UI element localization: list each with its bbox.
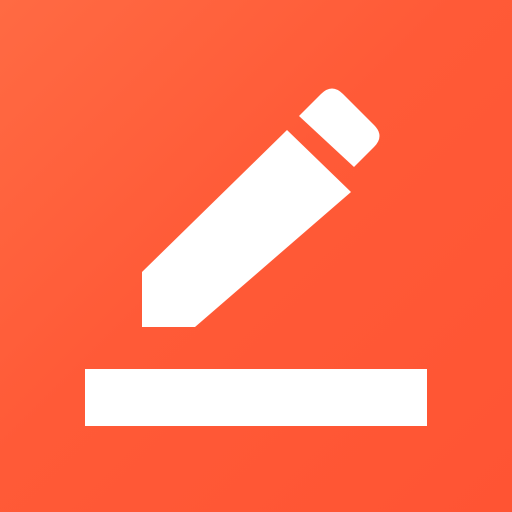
edit-icon: [85, 88, 427, 426]
underline-bar-icon: [85, 369, 427, 426]
pencil-body-icon: [142, 130, 351, 327]
app-icon[interactable]: [0, 0, 512, 512]
